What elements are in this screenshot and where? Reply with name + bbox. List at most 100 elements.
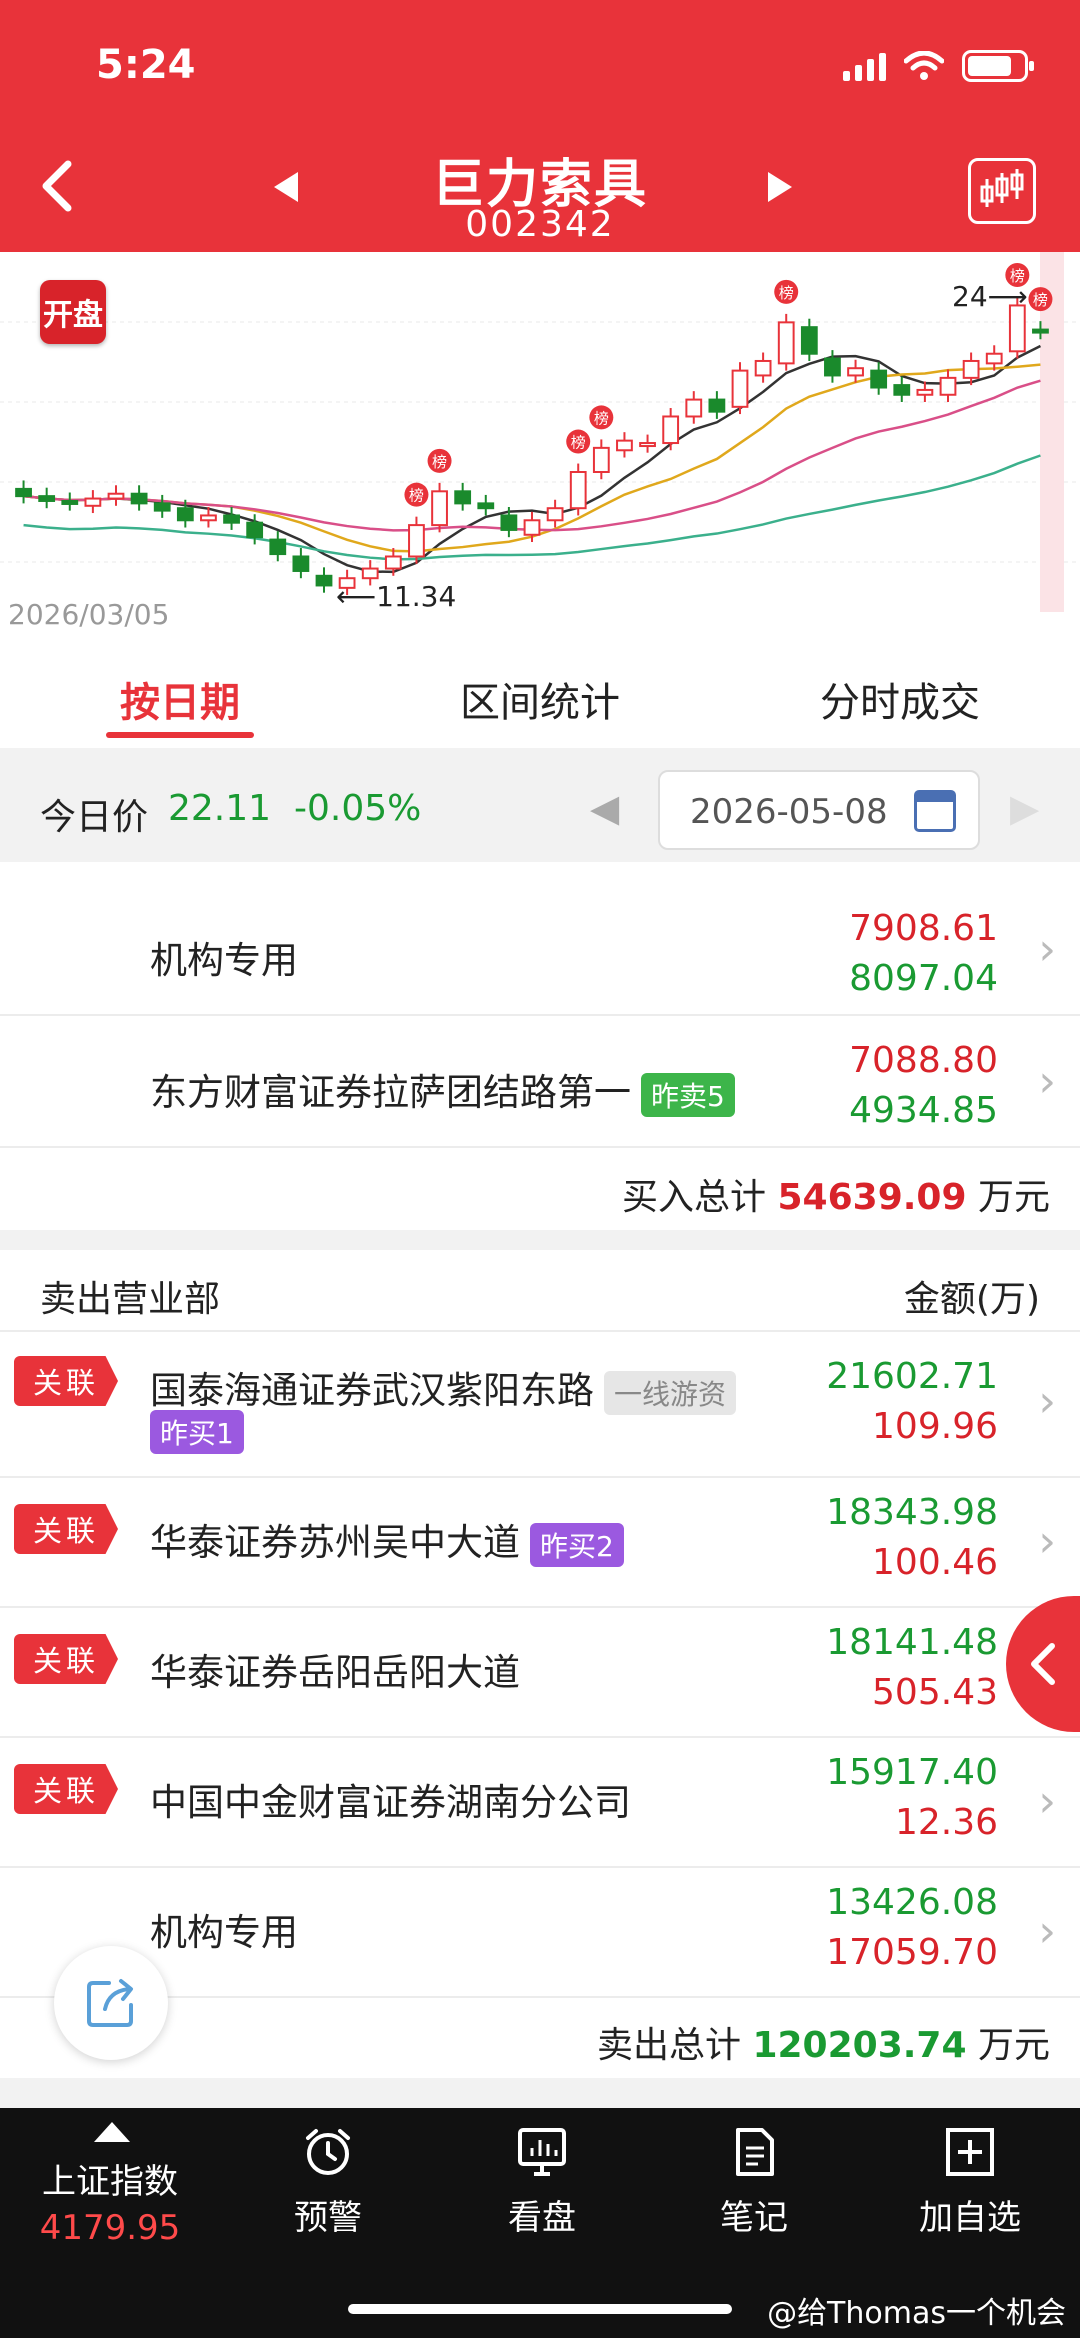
chevron-right-icon: › (1038, 1776, 1056, 1827)
status-time: 5:24 (96, 42, 196, 88)
kline-button[interactable] (968, 158, 1036, 224)
chevron-left-icon (1031, 1643, 1055, 1685)
sell-amount: 109.96 (872, 1406, 998, 1447)
buy-amount: 18343.98 (826, 1492, 998, 1533)
nav-watch[interactable]: 看盘 (434, 2108, 650, 2288)
today-price: 22.11 (168, 788, 272, 829)
home-indicator[interactable] (348, 2304, 732, 2314)
tag-badge: 一线游资 (604, 1370, 737, 1415)
tag-badge: 昨买1 (150, 1409, 244, 1454)
candle-body (223, 514, 240, 524)
candle-body (269, 538, 287, 556)
nav-notes[interactable]: 笔记 (646, 2108, 862, 2288)
candle-body (870, 369, 888, 389)
candle-body (824, 357, 841, 377)
nav-add-watchlist[interactable]: 加自选 (862, 2108, 1078, 2288)
open-badge[interactable]: 开盘 (40, 280, 106, 344)
triangle-up-icon (94, 2122, 130, 2142)
related-badge[interactable]: 关联 (14, 1356, 118, 1406)
buy-amount: 13426.08 (826, 1882, 998, 1923)
kline-chart[interactable]: 榜榜榜榜榜榜榜 开盘 24⟶ ⟵11.34 2026/03/05 (0, 252, 1080, 644)
share-button[interactable] (54, 1946, 168, 2060)
buy-row-name: 机构专用 (150, 939, 298, 982)
candle-body (292, 555, 310, 572)
chevron-right-icon: › (1038, 1516, 1056, 1567)
related-badge[interactable]: 关联 (14, 1764, 118, 1814)
sell-amount: 100.46 (872, 1542, 998, 1583)
chevron-right-icon: › (1038, 1056, 1056, 1107)
buy-row[interactable]: 东方财富证券拉萨团结路第一 昨卖5 7088.80 4934.85 › (0, 1018, 1080, 1148)
prev-date-button[interactable]: ◀ (590, 786, 619, 830)
candle-body (61, 499, 79, 505)
sell-list: 关联 国泰海通证券武汉紫阳东路 一线游资 昨买1 21602.71 109.96 … (0, 1332, 1080, 2078)
sell-header-title: 卖出营业部 (40, 1279, 221, 1320)
candle-body (153, 502, 171, 512)
related-badge[interactable]: 关联 (14, 1504, 118, 1554)
related-badge[interactable]: 关联 (14, 1634, 118, 1684)
sell-row-name: 华泰证券苏州吴中大道 昨买2 (150, 1512, 624, 1567)
tab-intraday-trades[interactable]: 分时成交 (720, 644, 1080, 748)
signal-icon (843, 51, 886, 81)
buy-amount: 15917.40 (826, 1752, 998, 1793)
lhb-marker-label: 榜 (1033, 291, 1048, 309)
amount-header: 金额(万) (903, 1279, 1040, 1320)
tab-range-stats[interactable]: 区间统计 (360, 644, 720, 748)
sell-row-name: 华泰证券岳阳岳阳大道 (150, 1651, 520, 1694)
date-picker[interactable]: 2026-05-08 (658, 770, 980, 850)
lhb-marker-label: 榜 (409, 487, 424, 505)
nav-label: 加自选 (919, 2198, 1021, 2238)
alarm-clock-icon (306, 2129, 350, 2175)
kline-svg: 榜榜榜榜榜榜榜 (0, 252, 1080, 612)
index-name: 上证指数 (42, 2162, 178, 2202)
watermark: @给Thomas一个机会 (767, 2296, 1066, 2331)
candle-body (361, 567, 379, 580)
chevron-right-icon: › (1038, 1376, 1056, 1427)
candle-body (176, 507, 194, 522)
index-value: 4179.95 (39, 2208, 181, 2248)
chevron-right-icon: › (1038, 924, 1056, 975)
candle-body (454, 490, 472, 505)
sell-row[interactable]: 关联 华泰证券苏州吴中大道 昨买2 18343.98 100.46 › (0, 1480, 1080, 1608)
header: 5:24 巨力索具 002342 (0, 0, 1080, 252)
candle-body (130, 492, 148, 505)
stock-code: 002342 (465, 204, 615, 245)
sell-row[interactable]: 关联 国泰海通证券武汉紫阳东路 一线游资 昨买1 21602.71 109.96 … (0, 1332, 1080, 1478)
sell-amount: 12.36 (894, 1802, 998, 1843)
candle-body (916, 388, 934, 396)
nav-label: 看盘 (508, 2198, 576, 2238)
ma-line-20 (23, 379, 1041, 532)
buy-amount: 7908.61 (849, 908, 998, 949)
nav-label: 笔记 (720, 2198, 788, 2238)
lhb-marker-label: 榜 (779, 284, 794, 302)
nav-alert[interactable]: 预警 (220, 2108, 436, 2288)
lhb-marker-label: 榜 (594, 409, 609, 427)
candle-body (84, 497, 102, 507)
monitor-chart-icon (518, 2128, 566, 2176)
ma-line-60 (23, 454, 1041, 561)
sell-row-name: 机构专用 (150, 1911, 298, 1954)
sell-row[interactable]: 关联 中国中金财富证券湖南分公司 15917.40 12.36 › (0, 1740, 1080, 1868)
buy-amount: 18141.48 (826, 1622, 998, 1663)
next-stock-button[interactable] (766, 168, 796, 214)
sell-amount: 4934.85 (849, 1090, 998, 1131)
candle-body (246, 521, 264, 539)
candle-body (639, 442, 656, 448)
candle-body (523, 519, 541, 536)
lhb-marker-label: 榜 (571, 434, 586, 452)
tab-by-date[interactable]: 按日期 (0, 644, 360, 748)
candle-body (754, 359, 772, 377)
candle-body (546, 507, 564, 522)
candle-body (731, 369, 749, 408)
buy-row-name: 东方财富证券拉萨团结路第一 昨卖5 (150, 1062, 735, 1117)
candle-body (985, 352, 1003, 365)
candle-body (408, 524, 425, 558)
tab-bar: 按日期 区间统计 分时成交 (0, 644, 1080, 748)
buy-row[interactable]: 机构专用 7908.61 8097.04 › (0, 886, 1080, 1016)
next-date-button[interactable]: ▶ (1010, 786, 1039, 830)
candle-body (800, 326, 818, 355)
nav-index[interactable]: 上证指数 4179.95 (2, 2108, 218, 2288)
candle-body (431, 490, 448, 527)
sell-row[interactable]: 关联 华泰证券岳阳岳阳大道 18141.48 505.43 › (0, 1610, 1080, 1738)
candle-body (662, 415, 680, 445)
candle-body (708, 398, 726, 413)
